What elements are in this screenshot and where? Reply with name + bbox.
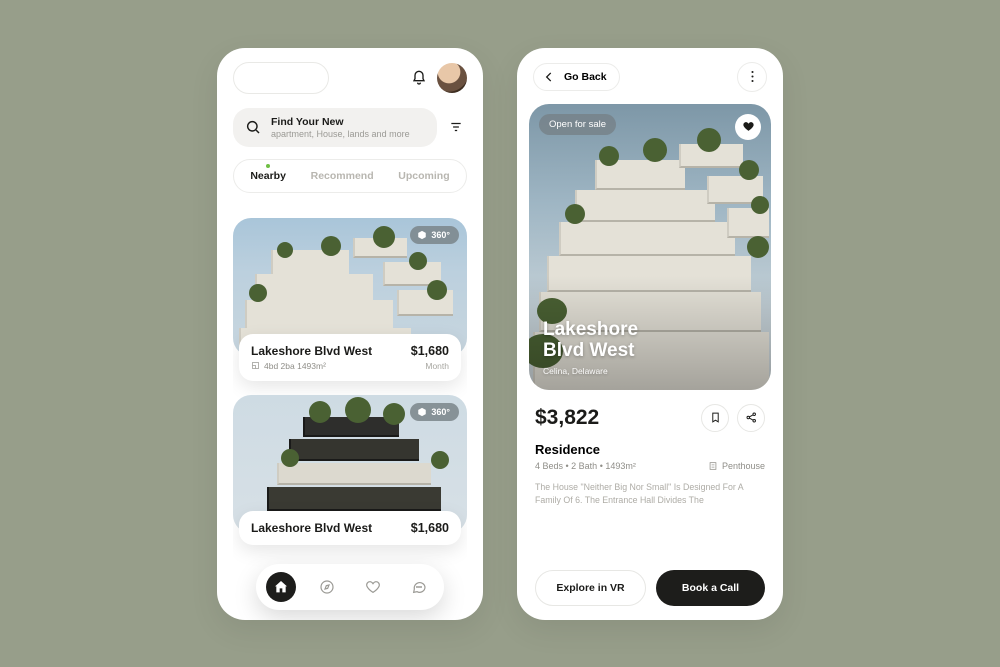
share-button[interactable] bbox=[737, 404, 765, 432]
avatar[interactable] bbox=[437, 63, 467, 93]
bookmark-icon bbox=[709, 411, 722, 424]
back-label: Go Back bbox=[564, 71, 607, 83]
compass-icon bbox=[319, 579, 335, 595]
book-call-button[interactable]: Book a Call bbox=[656, 570, 765, 606]
tab-upcoming[interactable]: Upcoming bbox=[398, 170, 449, 182]
favorite-button[interactable] bbox=[735, 114, 761, 140]
arrow-left-icon bbox=[542, 70, 556, 84]
listing-price: $1,680 bbox=[411, 344, 449, 358]
listing-card[interactable]: 360° Lakeshore Blvd West $1,680 4bd 2ba … bbox=[233, 218, 467, 381]
hero-image: Open for sale LakeshoreBlvd West Celina,… bbox=[529, 104, 771, 390]
cta-row: Explore in VR Book a Call bbox=[535, 570, 765, 606]
listing-info: Lakeshore Blvd West $1,680 4bd 2ba 1493m… bbox=[239, 334, 461, 381]
cube-icon bbox=[417, 407, 427, 417]
nav-favorites[interactable] bbox=[358, 572, 388, 602]
tab-nearby[interactable]: Nearby bbox=[250, 170, 286, 182]
back-button[interactable]: Go Back bbox=[533, 63, 620, 91]
nav-chat[interactable] bbox=[404, 572, 434, 602]
listing-price: $1,680 bbox=[411, 521, 449, 535]
vr-360-badge[interactable]: 360° bbox=[410, 403, 459, 421]
home-screen: Find Your New apartment, House, lands an… bbox=[217, 48, 483, 620]
listing-title: Lakeshore Blvd West bbox=[251, 344, 372, 358]
price: $3,822 bbox=[535, 406, 599, 430]
heart-icon bbox=[365, 579, 381, 595]
listing-title: Lakeshore Blvd West bbox=[251, 521, 372, 535]
notifications-button[interactable] bbox=[409, 68, 429, 88]
hero-location: Celina, Delaware bbox=[543, 366, 638, 376]
filter-icon bbox=[449, 120, 463, 134]
vr-360-badge[interactable]: 360° bbox=[410, 226, 459, 244]
property-type: Penthouse bbox=[708, 461, 765, 471]
top-bar bbox=[217, 48, 483, 94]
explore-vr-button[interactable]: Explore in VR bbox=[535, 570, 646, 606]
property-meta: 4 Beds • 2 Bath • 1493m² Penthouse bbox=[517, 457, 783, 471]
hero-text: LakeshoreBlvd West Celina, Delaware bbox=[543, 319, 638, 376]
search-title: Find Your New bbox=[271, 116, 410, 128]
listing-period: Month bbox=[425, 361, 449, 371]
tab-recommend[interactable]: Recommend bbox=[311, 170, 374, 182]
logo-pill bbox=[233, 62, 329, 94]
dots-vertical-icon bbox=[751, 70, 754, 83]
sale-badge: Open for sale bbox=[539, 114, 616, 135]
tabs: Nearby Recommend Upcoming bbox=[233, 159, 467, 193]
detail-screen: Go Back Open for sale bbox=[517, 48, 783, 620]
search-icon bbox=[245, 119, 261, 135]
search-input[interactable]: Find Your New apartment, House, lands an… bbox=[233, 108, 437, 147]
heart-icon bbox=[742, 120, 755, 133]
share-icon bbox=[745, 411, 758, 424]
chat-icon bbox=[411, 579, 427, 595]
filter-button[interactable] bbox=[445, 120, 467, 134]
listing-card[interactable]: 360° Lakeshore Blvd West $1,680 bbox=[233, 395, 467, 545]
bottom-nav bbox=[256, 564, 444, 610]
nav-explore[interactable] bbox=[312, 572, 342, 602]
listing-scroll[interactable]: 360° Lakeshore Blvd West $1,680 4bd 2ba … bbox=[233, 218, 467, 620]
floorplan-icon bbox=[251, 361, 260, 370]
building-icon bbox=[708, 461, 718, 471]
bell-icon bbox=[411, 70, 427, 86]
listing-info: Lakeshore Blvd West $1,680 bbox=[239, 511, 461, 545]
description: The House "Neither Big Nor Small" Is Des… bbox=[517, 471, 783, 508]
home-icon bbox=[273, 579, 289, 595]
price-row: $3,822 bbox=[517, 390, 783, 432]
section-title: Residence bbox=[517, 432, 783, 457]
nav-home[interactable] bbox=[266, 572, 296, 602]
bookmark-button[interactable] bbox=[701, 404, 729, 432]
property-meta-left: 4 Beds • 2 Bath • 1493m² bbox=[535, 461, 636, 471]
search-subtitle: apartment, House, lands and more bbox=[271, 129, 410, 139]
listing-meta: 4bd 2ba 1493m² bbox=[251, 361, 326, 371]
top-bar: Go Back bbox=[517, 48, 783, 92]
cube-icon bbox=[417, 230, 427, 240]
more-button[interactable] bbox=[737, 62, 767, 92]
search-row: Find Your New apartment, House, lands an… bbox=[233, 108, 467, 147]
